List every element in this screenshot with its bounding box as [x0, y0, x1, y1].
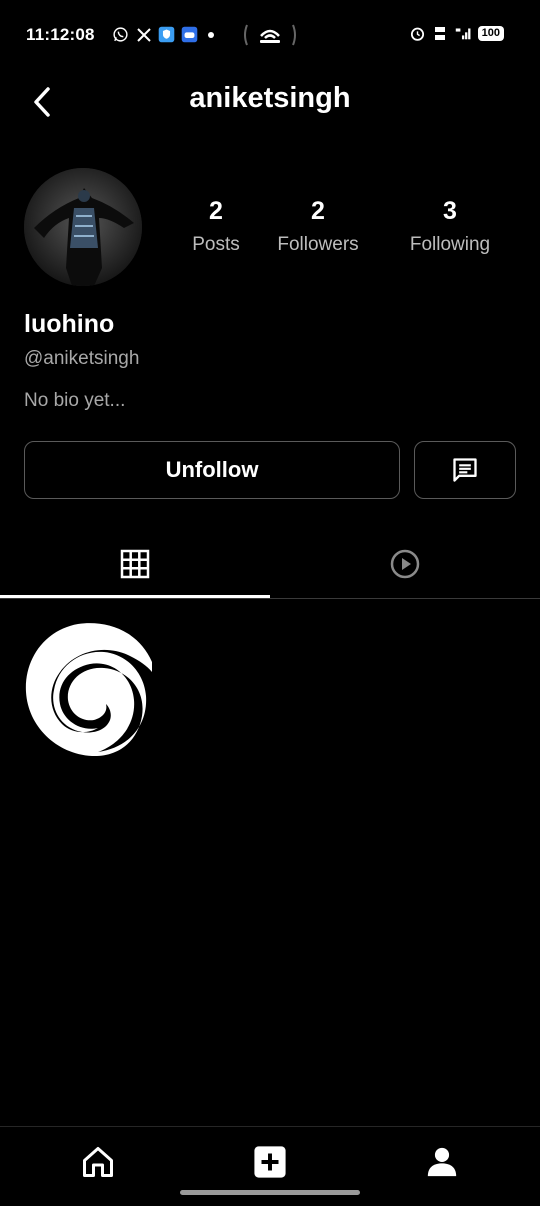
- whatsapp-icon: [112, 26, 129, 43]
- add-post-icon: [254, 1146, 286, 1178]
- system-icons: 100: [409, 25, 504, 42]
- nav-add-post[interactable]: [245, 1137, 295, 1187]
- status-time: 11:12:08: [26, 25, 95, 44]
- game-controller-icon: [181, 26, 198, 43]
- posts-label: Posts: [192, 234, 240, 255]
- page-title: aniketsingh: [189, 82, 351, 114]
- message-button[interactable]: [414, 441, 516, 499]
- tab-divider: [0, 598, 540, 599]
- stat-following[interactable]: 3 Following: [402, 197, 498, 256]
- grid-icon: [120, 549, 150, 579]
- following-label: Following: [409, 234, 491, 255]
- stat-followers[interactable]: 2 Followers: [272, 197, 364, 256]
- avatar-figure-image: [24, 168, 142, 286]
- bio-text: No bio yet...: [24, 390, 126, 411]
- message-icon: [453, 458, 477, 482]
- username-handle: @aniketsingh: [24, 348, 140, 369]
- x-icon: [135, 26, 152, 43]
- play-circle-icon: [390, 549, 420, 579]
- posts-count: 2: [209, 197, 223, 225]
- notification-icons: [112, 26, 214, 43]
- swirl-logo-image: [25, 623, 152, 757]
- more-notifications-dot: [208, 31, 214, 38]
- home-icon: [83, 1147, 113, 1177]
- stat-posts[interactable]: 2 Posts: [186, 197, 246, 256]
- tab-videos[interactable]: [270, 530, 540, 598]
- status-bar: 11:12:08 100: [0, 0, 540, 70]
- followers-label: Followers: [277, 234, 359, 255]
- profile-screen: 11:12:08 100 aniketsingh 2 Posts 2 Follo…: [0, 0, 540, 1206]
- unfollow-button[interactable]: Unfollow: [24, 441, 400, 499]
- nav-profile[interactable]: [417, 1137, 467, 1187]
- nav-home[interactable]: [73, 1137, 123, 1187]
- volte-icon: [432, 25, 449, 42]
- following-count: 3: [443, 197, 457, 225]
- shield-app-icon: [158, 26, 175, 43]
- post-thumbnail[interactable]: [20, 616, 160, 762]
- battery-icon: 100: [477, 26, 504, 41]
- avatar[interactable]: [24, 168, 142, 286]
- tab-posts-grid[interactable]: [0, 530, 270, 598]
- followers-count: 2: [311, 197, 325, 225]
- profile-icon: [427, 1147, 457, 1177]
- home-indicator[interactable]: [180, 1190, 360, 1195]
- display-name: luohino: [24, 310, 115, 338]
- 5g-signal-icon: [455, 25, 472, 42]
- alarm-icon: [409, 25, 426, 42]
- hotspot-island: [243, 22, 297, 48]
